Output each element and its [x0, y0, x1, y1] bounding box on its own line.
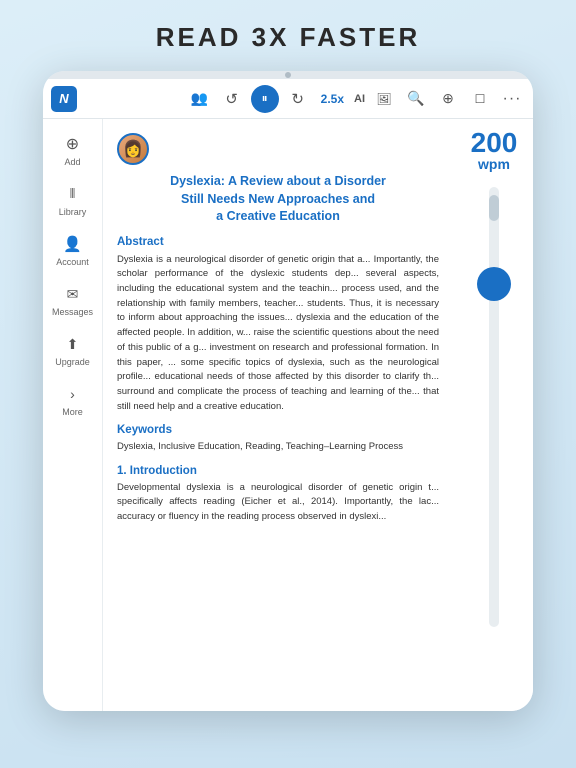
sidebar-item-account[interactable]: 👤 Account [47, 227, 99, 273]
sidebar-label-upgrade: Upgrade [55, 357, 90, 367]
document-area: 👩 Dyslexia: A Review about a Disorder St… [103, 119, 533, 711]
speed-display: 2.5x [317, 90, 348, 108]
abstract-title: Abstract [117, 236, 439, 248]
scroll-handle[interactable] [477, 267, 511, 301]
abstract-body: Dyslexia is a neurological disorder of g… [117, 253, 439, 415]
people-icon[interactable]: 👥 [187, 86, 213, 112]
app-logo[interactable]: N [51, 86, 77, 112]
sidebar-item-upgrade[interactable]: ⬆ Upgrade [47, 327, 99, 373]
keywords-title: Keywords [117, 424, 439, 436]
sidebar-label-library: Library [59, 207, 87, 217]
sidebar: ⊕ Add ⫴ Library 👤 Account ✉ Messages ⬆ U… [43, 119, 103, 711]
keywords-body: Dyslexia, Inclusive Education, Reading, … [117, 440, 439, 454]
more-icon[interactable]: ··· [499, 86, 525, 112]
sidebar-item-more[interactable]: › More [47, 377, 99, 423]
app-main: ⊕ Add ⫴ Library 👤 Account ✉ Messages ⬆ U… [43, 119, 533, 711]
wpm-label: wpm [478, 157, 510, 171]
scrollbar-track[interactable] [489, 187, 499, 627]
document-content: 👩 Dyslexia: A Review about a Disorder St… [103, 119, 455, 711]
add-icon: ⊕ [62, 133, 84, 155]
headline: READ 3X FASTER [156, 22, 421, 53]
device-topbar-dot [285, 72, 291, 78]
undo-icon[interactable]: ↺ [219, 86, 245, 112]
device-frame: N 👥 ↺ ⏸ ↻ 2.5x AI 🖼 🔍 ⊕ ☐ ··· ⊕ Add ⫴ Li… [43, 71, 533, 711]
sidebar-item-library[interactable]: ⫴ Library [47, 177, 99, 223]
messages-icon: ✉ [62, 283, 84, 305]
wpm-panel: 200 wpm [455, 119, 533, 711]
bookmark-icon[interactable]: ☐ [467, 86, 493, 112]
document-title: Dyslexia: A Review about a Disorder Stil… [117, 173, 439, 226]
search-icon[interactable]: 🔍 [403, 86, 429, 112]
intro-body: Developmental dyslexia is a neurological… [117, 481, 439, 525]
sidebar-label-messages: Messages [52, 307, 93, 317]
scrollbar-thumb [489, 195, 499, 221]
sidebar-item-add[interactable]: ⊕ Add [47, 127, 99, 173]
zoom-in-icon[interactable]: ⊕ [435, 86, 461, 112]
device-topbar [43, 71, 533, 79]
ai-label[interactable]: AI [354, 93, 365, 105]
author-avatar: 👩 [117, 133, 149, 165]
account-icon: 👤 [62, 233, 84, 255]
sidebar-label-add: Add [64, 157, 80, 167]
image-icon[interactable]: 🖼 [371, 86, 397, 112]
redo-icon[interactable]: ↻ [285, 86, 311, 112]
pause-button[interactable]: ⏸ [251, 85, 279, 113]
wpm-number: 200 [471, 129, 518, 157]
library-icon: ⫴ [62, 183, 84, 205]
sidebar-label-more: More [62, 407, 83, 417]
more-chevron-icon: › [62, 383, 84, 405]
upgrade-icon: ⬆ [62, 333, 84, 355]
app-toolbar: N 👥 ↺ ⏸ ↻ 2.5x AI 🖼 🔍 ⊕ ☐ ··· [43, 79, 533, 119]
intro-title: 1. Introduction [117, 465, 439, 477]
sidebar-label-account: Account [56, 257, 89, 267]
sidebar-item-messages[interactable]: ✉ Messages [47, 277, 99, 323]
